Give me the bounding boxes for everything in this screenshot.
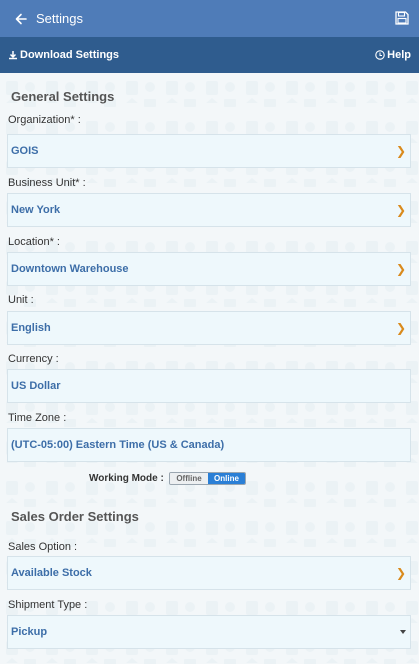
unit-label: Unit :	[8, 294, 34, 306]
currency-value: US Dollar	[11, 380, 61, 392]
chevron-right-icon: ❯	[396, 566, 407, 580]
location-value: Downtown Warehouse	[11, 263, 129, 275]
chevron-right-icon: ❯	[396, 262, 407, 276]
app-bar: Settings	[0, 0, 419, 37]
sales-option-value: Available Stock	[11, 567, 92, 579]
save-button[interactable]	[394, 10, 410, 26]
help-label: Help	[387, 49, 411, 61]
location-select[interactable]: Downtown Warehouse ❯	[7, 252, 411, 286]
settings-screen: Settings Download Settings Help General …	[0, 0, 419, 664]
working-mode-label: Working Mode :	[89, 473, 164, 484]
location-label: Location* :	[8, 236, 60, 248]
business-unit-select[interactable]: New York ❯	[7, 193, 411, 227]
organization-label: Organization* :	[8, 114, 81, 126]
settings-form: General Settings Organization* : GOIS ❯ …	[0, 73, 419, 664]
timezone-value: (UTC-05:00) Eastern Time (US & Canada)	[11, 439, 225, 451]
shipment-type-select[interactable]: Pickup	[7, 615, 411, 649]
help-icon	[375, 50, 385, 60]
toolbar: Download Settings Help	[0, 37, 419, 73]
working-mode-row: Working Mode : Offline Online	[0, 472, 419, 486]
save-icon	[395, 11, 409, 25]
organization-select[interactable]: GOIS ❯	[7, 134, 411, 168]
general-settings-heading: General Settings	[11, 89, 115, 104]
unit-select[interactable]: English ❯	[7, 311, 411, 345]
chevron-right-icon: ❯	[396, 321, 407, 335]
chevron-right-icon: ❯	[396, 144, 407, 158]
sales-option-select[interactable]: Available Stock ❯	[7, 556, 411, 590]
business-unit-label: Business Unit* :	[8, 177, 86, 189]
offline-option[interactable]: Offline	[170, 473, 208, 484]
arrow-left-icon	[15, 13, 27, 24]
currency-label: Currency :	[8, 353, 59, 365]
currency-field[interactable]: US Dollar	[7, 369, 411, 403]
sales-option-label: Sales Option :	[8, 541, 78, 553]
back-button[interactable]	[10, 8, 32, 30]
download-icon	[9, 51, 17, 60]
organization-value: GOIS	[11, 145, 39, 157]
working-mode-toggle[interactable]: Offline Online	[169, 472, 246, 485]
unit-value: English	[11, 322, 51, 334]
shipment-type-label: Shipment Type :	[8, 599, 88, 611]
business-unit-value: New York	[11, 204, 61, 216]
download-settings-label: Download Settings	[20, 49, 119, 61]
help-button[interactable]: Help	[375, 49, 411, 61]
timezone-label: Time Zone :	[8, 412, 67, 424]
sales-order-settings-heading: Sales Order Settings	[11, 509, 139, 524]
timezone-field[interactable]: (UTC-05:00) Eastern Time (US & Canada)	[7, 428, 411, 462]
dropdown-caret-icon	[400, 630, 406, 634]
page-title: Settings	[36, 11, 83, 26]
online-option[interactable]: Online	[208, 473, 245, 484]
chevron-right-icon: ❯	[396, 203, 407, 217]
download-settings-button[interactable]: Download Settings	[8, 49, 119, 61]
shipment-type-value: Pickup	[11, 626, 48, 638]
